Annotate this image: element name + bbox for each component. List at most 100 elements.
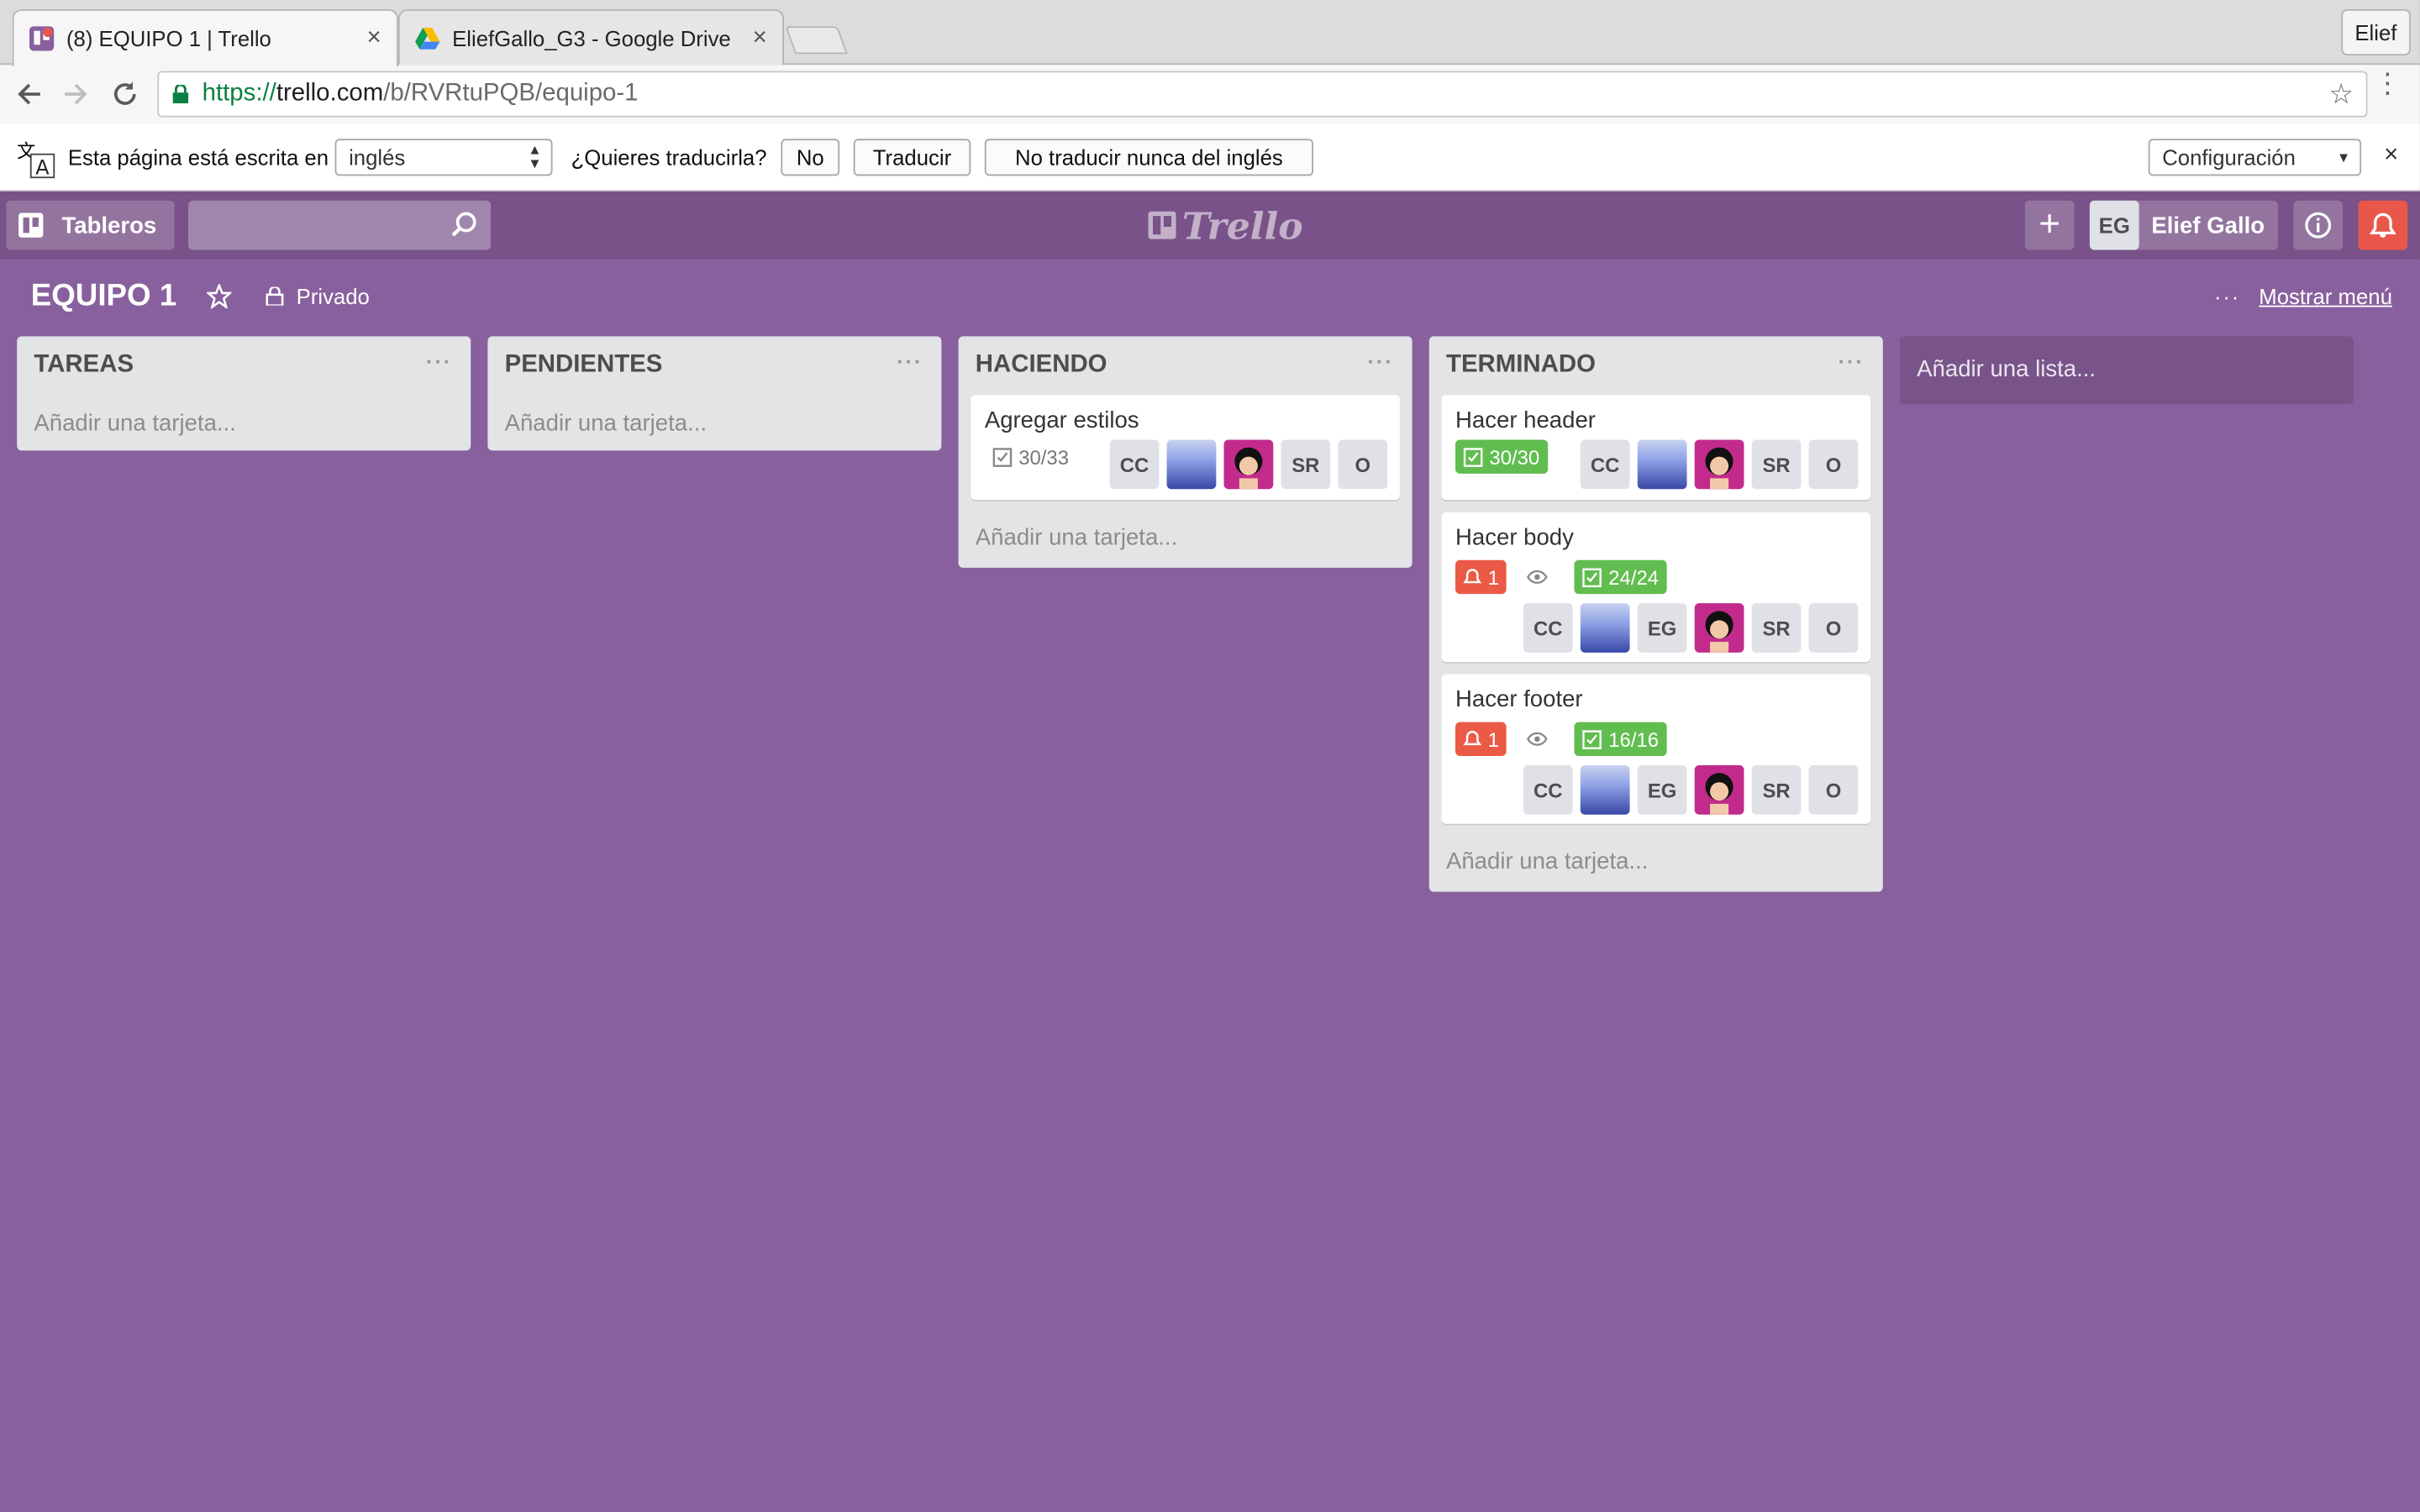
- new-tab-button[interactable]: [785, 26, 848, 55]
- translate-button[interactable]: Traducir: [853, 139, 971, 176]
- checklist-icon: [992, 447, 1013, 466]
- lock-icon: [172, 85, 189, 104]
- search-input[interactable]: [188, 200, 492, 250]
- card-title: Hacer body: [1455, 524, 1574, 551]
- board-title[interactable]: EQUIPO 1: [31, 279, 177, 314]
- list-title: HACIENDO: [975, 351, 1107, 378]
- list-menu-icon[interactable]: ···: [1839, 349, 1865, 373]
- forward-arrow-icon[interactable]: [52, 71, 98, 117]
- list-header[interactable]: PENDIENTES ···: [487, 336, 941, 395]
- member-avatar[interactable]: O: [1808, 439, 1859, 490]
- card-hacer-header[interactable]: Hacer header 30/30 CC SR O: [1441, 395, 1871, 501]
- member-avatar[interactable]: CC: [1523, 765, 1573, 815]
- browser-menu-icon[interactable]: ⋮: [2374, 70, 2402, 97]
- card-badges: 1 24/24: [1455, 559, 1858, 595]
- member-avatar[interactable]: SR: [1751, 603, 1802, 653]
- close-translate-icon[interactable]: ×: [2384, 142, 2398, 170]
- member-avatar-photo[interactable]: [1166, 439, 1217, 490]
- card-badges: 1 16/16: [1455, 722, 1858, 756]
- boards-label: Tableros: [61, 212, 157, 239]
- show-menu-label: Mostrar menú: [2259, 283, 2392, 309]
- lock-icon: [266, 286, 284, 306]
- add-card-link[interactable]: Añadir una tarjeta...: [17, 395, 471, 450]
- list-title: PENDIENTES: [504, 351, 663, 378]
- select-arrows-icon: ▲ ▼: [528, 141, 542, 171]
- member-avatar-photo[interactable]: [1580, 765, 1630, 815]
- checklist-count: 30/33: [1018, 444, 1070, 469]
- list-menu-icon[interactable]: ···: [426, 349, 452, 373]
- member-avatar[interactable]: SR: [1751, 765, 1802, 815]
- back-arrow-icon[interactable]: [6, 71, 52, 117]
- list-title: TERMINADO: [1445, 351, 1596, 378]
- member-avatar[interactable]: EG: [1637, 765, 1687, 815]
- add-card-link[interactable]: Añadir una tarjeta...: [959, 512, 1413, 568]
- url-bar[interactable]: https://trello.com/b/RVRtuPQB/equipo-1 ☆: [157, 71, 2368, 118]
- tab-trello[interactable]: (8) EQUIPO 1 | Trello ×: [12, 9, 398, 66]
- close-tab-icon[interactable]: ×: [753, 24, 767, 51]
- list-menu-icon[interactable]: ···: [897, 349, 923, 373]
- info-icon: [2305, 212, 2332, 239]
- reload-icon[interactable]: [102, 71, 148, 117]
- translate-icon: 文A: [17, 141, 55, 179]
- visibility-button[interactable]: Privado: [266, 284, 370, 308]
- close-tab-icon[interactable]: ×: [367, 24, 381, 52]
- member-avatar-photo[interactable]: [1694, 439, 1744, 490]
- boards-button[interactable]: Tableros: [6, 200, 175, 250]
- member-avatar[interactable]: O: [1808, 765, 1859, 815]
- list-header[interactable]: HACIENDO ···: [959, 336, 1413, 395]
- member-avatar[interactable]: CC: [1109, 439, 1160, 490]
- screen: (8) EQUIPO 1 | Trello × EliefGallo_G3 - …: [0, 0, 2420, 1512]
- member-avatar[interactable]: CC: [1523, 603, 1573, 653]
- member-avatar[interactable]: O: [1338, 439, 1388, 490]
- member-avatar[interactable]: EG: [1637, 603, 1687, 653]
- add-card-link[interactable]: Añadir una tarjeta...: [1429, 836, 1883, 891]
- language-select[interactable]: inglés ▲ ▼: [334, 139, 553, 176]
- member-avatar[interactable]: O: [1808, 603, 1859, 653]
- card-title: Agregar estilos: [984, 407, 1139, 434]
- add-button[interactable]: +: [2024, 200, 2075, 250]
- no-translate-button[interactable]: No: [781, 139, 840, 176]
- list-tareas: TAREAS ··· Añadir una tarjeta...: [17, 336, 471, 451]
- notification-badge: 1: [1455, 559, 1507, 595]
- translate-text: Esta página está escrita en: [67, 144, 329, 171]
- tab-google-drive[interactable]: EliefGallo_G3 - Google Drive ×: [397, 9, 785, 66]
- member-avatar-photo[interactable]: [1580, 603, 1630, 653]
- profile-button[interactable]: Elief: [2340, 9, 2411, 56]
- member-avatar-photo[interactable]: [1223, 439, 1274, 490]
- star-board-icon[interactable]: [207, 283, 232, 309]
- card-title: Hacer header: [1455, 407, 1596, 434]
- trello-logo[interactable]: Trello: [1148, 203, 1303, 248]
- member-avatar[interactable]: CC: [1580, 439, 1630, 490]
- member-avatar[interactable]: SR: [1281, 439, 1331, 490]
- more-dots-icon: ···: [2214, 283, 2241, 309]
- member-avatar[interactable]: SR: [1751, 439, 1802, 490]
- browser-tab-bar: (8) EQUIPO 1 | Trello × EliefGallo_G3 - …: [0, 0, 2420, 66]
- member-avatar-photo[interactable]: [1694, 765, 1744, 815]
- member-avatar-photo[interactable]: [1694, 603, 1744, 653]
- card-hacer-footer[interactable]: Hacer footer 1 16/16 CC EG SR O: [1441, 674, 1871, 824]
- notification-count: 1: [1487, 727, 1499, 751]
- list-menu-icon[interactable]: ···: [1367, 349, 1393, 373]
- config-select[interactable]: Configuración ▼: [2148, 139, 2362, 176]
- add-list-button[interactable]: Añadir una lista...: [1899, 336, 2354, 405]
- card-agregar-estilos[interactable]: Agregar estilos 30/33 CC SR O: [971, 395, 1400, 501]
- trello-favicon-icon: [29, 26, 55, 51]
- user-menu-button[interactable]: EG Elief Gallo: [2089, 200, 2278, 250]
- list-title: TAREAS: [34, 351, 134, 378]
- add-card-link[interactable]: Añadir una tarjeta...: [487, 395, 941, 450]
- translate-bar: 文A Esta página está escrita en inglés ▲ ▼…: [0, 123, 2420, 192]
- card-hacer-body[interactable]: Hacer body 1 24/24 CC EG SR O: [1441, 512, 1871, 662]
- visibility-label: Privado: [296, 283, 370, 309]
- list-header[interactable]: TERMINADO ···: [1429, 336, 1883, 395]
- show-menu-button[interactable]: ··· Mostrar menú: [2214, 284, 2392, 308]
- language-value: inglés: [349, 144, 406, 171]
- list-header[interactable]: TAREAS ···: [17, 336, 471, 395]
- trello-logo-icon: [1148, 211, 1176, 239]
- dropdown-arrow-icon: ▼: [2336, 150, 2351, 165]
- never-translate-button[interactable]: No traducir nunca del inglés: [984, 139, 1314, 176]
- user-name: Elief Gallo: [2151, 212, 2265, 239]
- info-button[interactable]: [2293, 200, 2344, 250]
- notifications-button[interactable]: [2358, 200, 2408, 250]
- bookmark-star-icon[interactable]: ☆: [2328, 79, 2354, 112]
- member-avatar-photo[interactable]: [1637, 439, 1687, 490]
